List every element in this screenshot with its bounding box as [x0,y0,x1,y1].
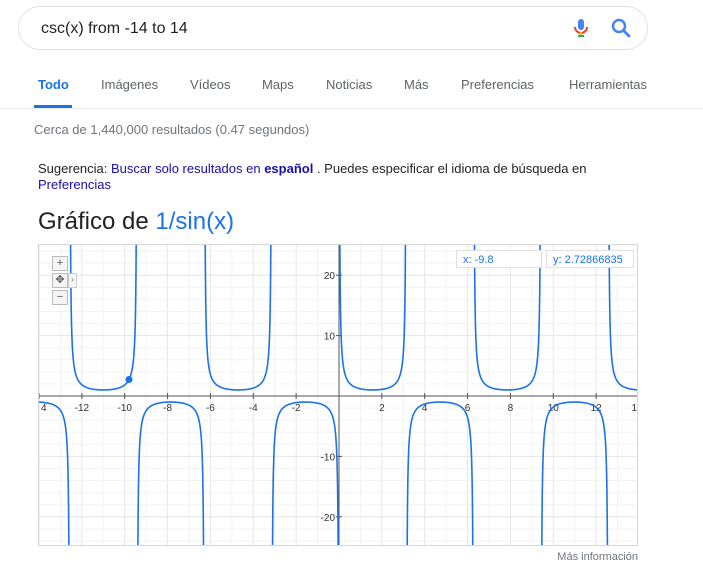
spanish-results-link[interactable]: Buscar solo resultados en español [111,161,313,176]
x-tick-label: 2 [379,403,385,414]
pan-button[interactable]: ✥ [52,273,68,288]
graph-function[interactable]: 1/sin(x) [155,208,234,235]
x-tick-label: -8 [163,403,172,414]
spanish-bold: español [264,161,314,176]
x-tick-label: 8 [508,403,514,414]
pan-arrow-icon[interactable]: › [68,273,77,288]
tab-news[interactable]: Noticias [326,77,372,92]
highlight-point [125,376,133,384]
x-tick-label: -2 [292,403,301,414]
microphone-icon[interactable] [569,16,593,40]
active-tab-indicator [34,105,72,108]
y-tick-label: -10 [321,452,336,463]
x-tick-label: 1 [631,403,637,414]
tab-all[interactable]: Todo [38,77,69,92]
language-suggestion: Sugerencia: Buscar solo resultados en es… [38,161,638,193]
search-icon[interactable] [609,16,633,40]
zoom-in-button[interactable]: + [52,256,68,271]
tab-maps[interactable]: Maps [262,77,294,92]
suggestion-middle: . Puedes especificar el idioma de búsque… [313,161,587,176]
x-tick-label: -4 [249,403,258,414]
more-info-link[interactable]: Más información [557,551,638,563]
tab-videos[interactable]: Vídeos [190,77,230,92]
preferences-link[interactable]: Preferencias [38,177,111,192]
result-stats: Cerca de 1,440,000 resultados (0.47 segu… [34,122,310,137]
search-input[interactable] [39,7,563,51]
y-tick-label: -20 [321,513,336,524]
plot-canvas[interactable]: 4 -12 -10 -8 -6 -4 -2 2 4 6 8 10 12 12010-10-20 [39,245,638,546]
graph-title: Gráfico de 1/sin(x) [38,208,235,235]
y-tick-label: 20 [324,271,336,282]
tab-tools[interactable]: Herramientas [569,77,647,92]
tab-more[interactable]: Más [404,77,429,92]
tab-images[interactable]: Imágenes [101,77,158,92]
x-tick-label: -12 [75,403,90,414]
search-tabs: Todo Imágenes Vídeos Maps Noticias Más P… [0,58,703,109]
suggestion-prefix: Sugerencia: [38,161,111,176]
x-readout: x: -9.8 [456,250,542,268]
function-graph[interactable]: 4 -12 -10 -8 -6 -4 -2 2 4 6 8 10 12 1 20 10 -10 -20 + ✥ ›… [38,244,638,546]
x-tick-label: 4 [41,403,47,414]
y-tick-label: 10 [324,332,336,343]
y-readout: y: 2.72866835 [546,250,634,268]
zoom-out-button[interactable]: − [52,290,68,305]
x-tick-label: -10 [117,403,132,414]
tab-settings[interactable]: Preferencias [461,77,534,92]
x-tick-label: -6 [206,403,215,414]
search-box[interactable] [18,6,648,51]
